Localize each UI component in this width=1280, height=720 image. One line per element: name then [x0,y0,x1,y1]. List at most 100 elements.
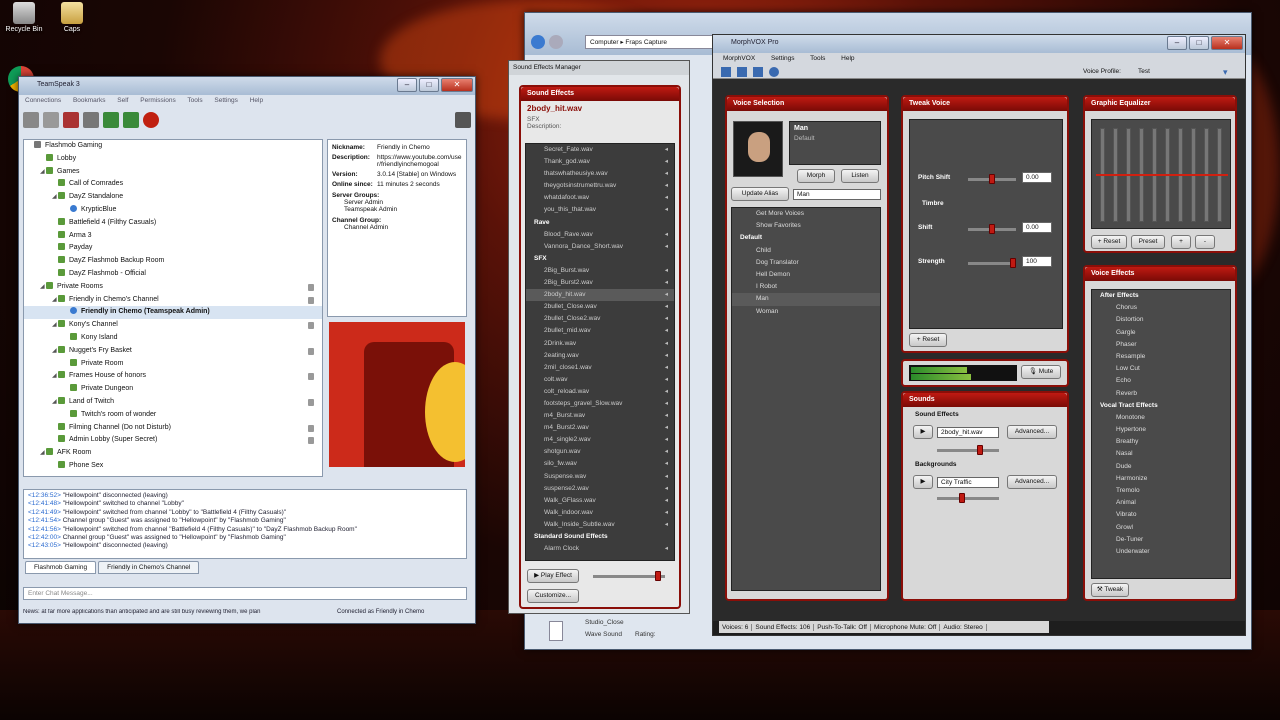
menu-tools[interactable]: Tools [187,97,202,104]
list-item[interactable]: m4_single2.wav ◂ [526,434,674,446]
speaker-icon[interactable]: ◂ [665,289,668,301]
menu-help[interactable]: Help [841,55,854,62]
eq-reset-button[interactable]: + Reset [1091,235,1127,249]
list-item[interactable]: Growl [1092,522,1230,534]
speaker-icon[interactable]: ◂ [665,386,668,398]
play-sound-effect-button[interactable]: ▶ [913,425,933,439]
list-item[interactable]: thatswhatheusiye.wav ◂ [526,168,674,180]
list-item[interactable]: Hypertone [1092,424,1230,436]
speaker-icon[interactable]: ◂ [665,362,668,374]
channel-row[interactable]: ◢ Nugget's Fry Basket [24,345,322,358]
connect-icon[interactable] [23,112,39,128]
menu-settings[interactable]: Settings [771,55,795,62]
list-group-header[interactable]: After Effects [1092,290,1230,302]
slider-knob[interactable] [977,445,984,455]
channel-row[interactable]: ◢ Friendly in Chemo's Channel [24,294,322,307]
alias-select[interactable]: Man [793,189,881,200]
channel-row[interactable]: Private Dungeon [24,383,322,396]
list-item[interactable]: Blood_Rave.wav ◂ [526,229,674,241]
list-item[interactable]: Underwater [1092,546,1230,558]
menu-connections[interactable]: Connections [25,97,61,104]
channel-row[interactable]: Arma 3 [24,230,322,243]
close-button[interactable]: ✕ [441,78,473,92]
slider-knob[interactable] [1010,258,1016,268]
list-item[interactable]: suspense2.wav ◂ [526,483,674,495]
chat-input[interactable]: Enter Chat Message... [23,587,467,600]
list-item[interactable]: Secret_Fate.wav ◂ [526,144,674,156]
sound-effects-list[interactable]: Secret_Fate.wav ◂ Thank_god.wav ◂ thatswhath… [525,143,675,561]
speaker-icon[interactable]: ◂ [665,325,668,337]
minimize-button[interactable]: – [1167,36,1187,50]
effects-tweak-button[interactable]: ⚒ Tweak [1091,583,1129,597]
pitch-shift-slider[interactable] [968,174,1016,184]
list-item[interactable]: Get More Voices [732,208,880,220]
speaker-icon[interactable]: ◂ [665,338,668,350]
tab-channel[interactable]: Friendly in Chemo's Channel [98,561,200,574]
menu-bookmarks[interactable]: Bookmarks [73,97,106,104]
description-value[interactable]: https://www.youtube.com/user/friendlyinc… [377,154,462,168]
sfx-volume-slider[interactable] [937,445,999,455]
eq-remove-button[interactable]: - [1195,235,1215,249]
client-row[interactable]: KrypticBlue [24,204,322,217]
client-row[interactable]: Friendly in Chemo (Teamspeak Admin) [24,306,322,320]
list-item[interactable]: 2eating.wav ◂ [526,350,674,362]
bg-volume-slider[interactable] [937,493,999,503]
list-item[interactable]: 2mil_close1.wav ◂ [526,362,674,374]
list-item[interactable]: Reverb [1092,388,1230,400]
morph-button[interactable]: Morph [797,169,835,183]
list-item[interactable]: shotgun.wav ◂ [526,446,674,458]
timbre-shift-value[interactable]: 0.00 [1022,222,1052,233]
toolbar-icon[interactable] [721,67,731,77]
away-icon[interactable] [63,112,79,128]
close-button[interactable]: ✕ [1211,36,1243,50]
list-item[interactable]: 2Big_Burst.wav ◂ [526,265,674,277]
channel-row[interactable]: Call of Comrades [24,178,322,191]
speaker-icon[interactable]: ◂ [665,241,668,253]
list-item[interactable]: Suspense.wav ◂ [526,471,674,483]
desktop-icon-caps[interactable]: Caps [52,2,92,33]
listen-button[interactable]: Listen [841,169,879,183]
help-icon[interactable] [455,112,471,128]
menu-help[interactable]: Help [250,97,263,104]
toolbar-icon[interactable] [769,67,779,77]
minimize-button[interactable]: – [397,78,417,92]
list-item[interactable]: Resample [1092,351,1230,363]
mute-microphone-icon[interactable] [103,112,119,128]
list-item[interactable]: 2bullet_Close.wav ◂ [526,301,674,313]
list-item[interactable]: Vannora_Dance_Short.wav ◂ [526,241,674,253]
sfx-advanced-button[interactable]: Advanced... [1007,425,1057,439]
maximize-button[interactable]: □ [419,78,439,92]
list-group-header[interactable]: Default [732,232,880,244]
speaker-icon[interactable]: ◂ [665,374,668,386]
equalizer-bands[interactable] [1091,119,1231,229]
speaker-icon[interactable]: ◂ [665,446,668,458]
bookmark-icon[interactable] [83,112,99,128]
channel-row[interactable]: ◢ Kony's Channel [24,319,322,332]
channel-row[interactable]: DayZ Flashmob Backup Room [24,255,322,268]
menu-tools[interactable]: Tools [810,55,825,62]
menu-self[interactable]: Self [117,97,128,104]
speaker-icon[interactable]: ◂ [665,277,668,289]
maximize-button[interactable]: □ [1189,36,1209,50]
mute-speakers-icon[interactable] [123,112,139,128]
list-item[interactable]: Vibrato [1092,509,1230,521]
speaker-icon[interactable]: ◂ [665,458,668,470]
speaker-icon[interactable]: ◂ [665,434,668,446]
channel-row[interactable]: DayZ Flashmob - Official [24,268,322,281]
toolbar-icon[interactable] [737,67,747,77]
list-item[interactable]: Thank_god.wav ◂ [526,156,674,168]
list-item[interactable]: Dog Translator [732,257,880,269]
speaker-icon[interactable]: ◂ [665,301,668,313]
list-item[interactable]: Harmonize [1092,473,1230,485]
address-bar[interactable]: Computer ▸ Fraps Capture [585,35,725,49]
list-item[interactable]: silo_fw.wav ◂ [526,458,674,470]
list-item[interactable]: Walk_GFlass.wav ◂ [526,495,674,507]
update-alias-button[interactable]: Update Alias [731,187,789,201]
list-item[interactable]: m4_Burst2.wav ◂ [526,422,674,434]
slider-knob[interactable] [958,493,965,503]
speaker-icon[interactable]: ◂ [665,483,668,495]
path-segment[interactable]: Computer [590,39,619,46]
speaker-icon[interactable]: ◂ [665,495,668,507]
speaker-icon[interactable]: ◂ [665,507,668,519]
channel-row[interactable]: Filming Channel (Do not Disturb) [24,422,322,435]
